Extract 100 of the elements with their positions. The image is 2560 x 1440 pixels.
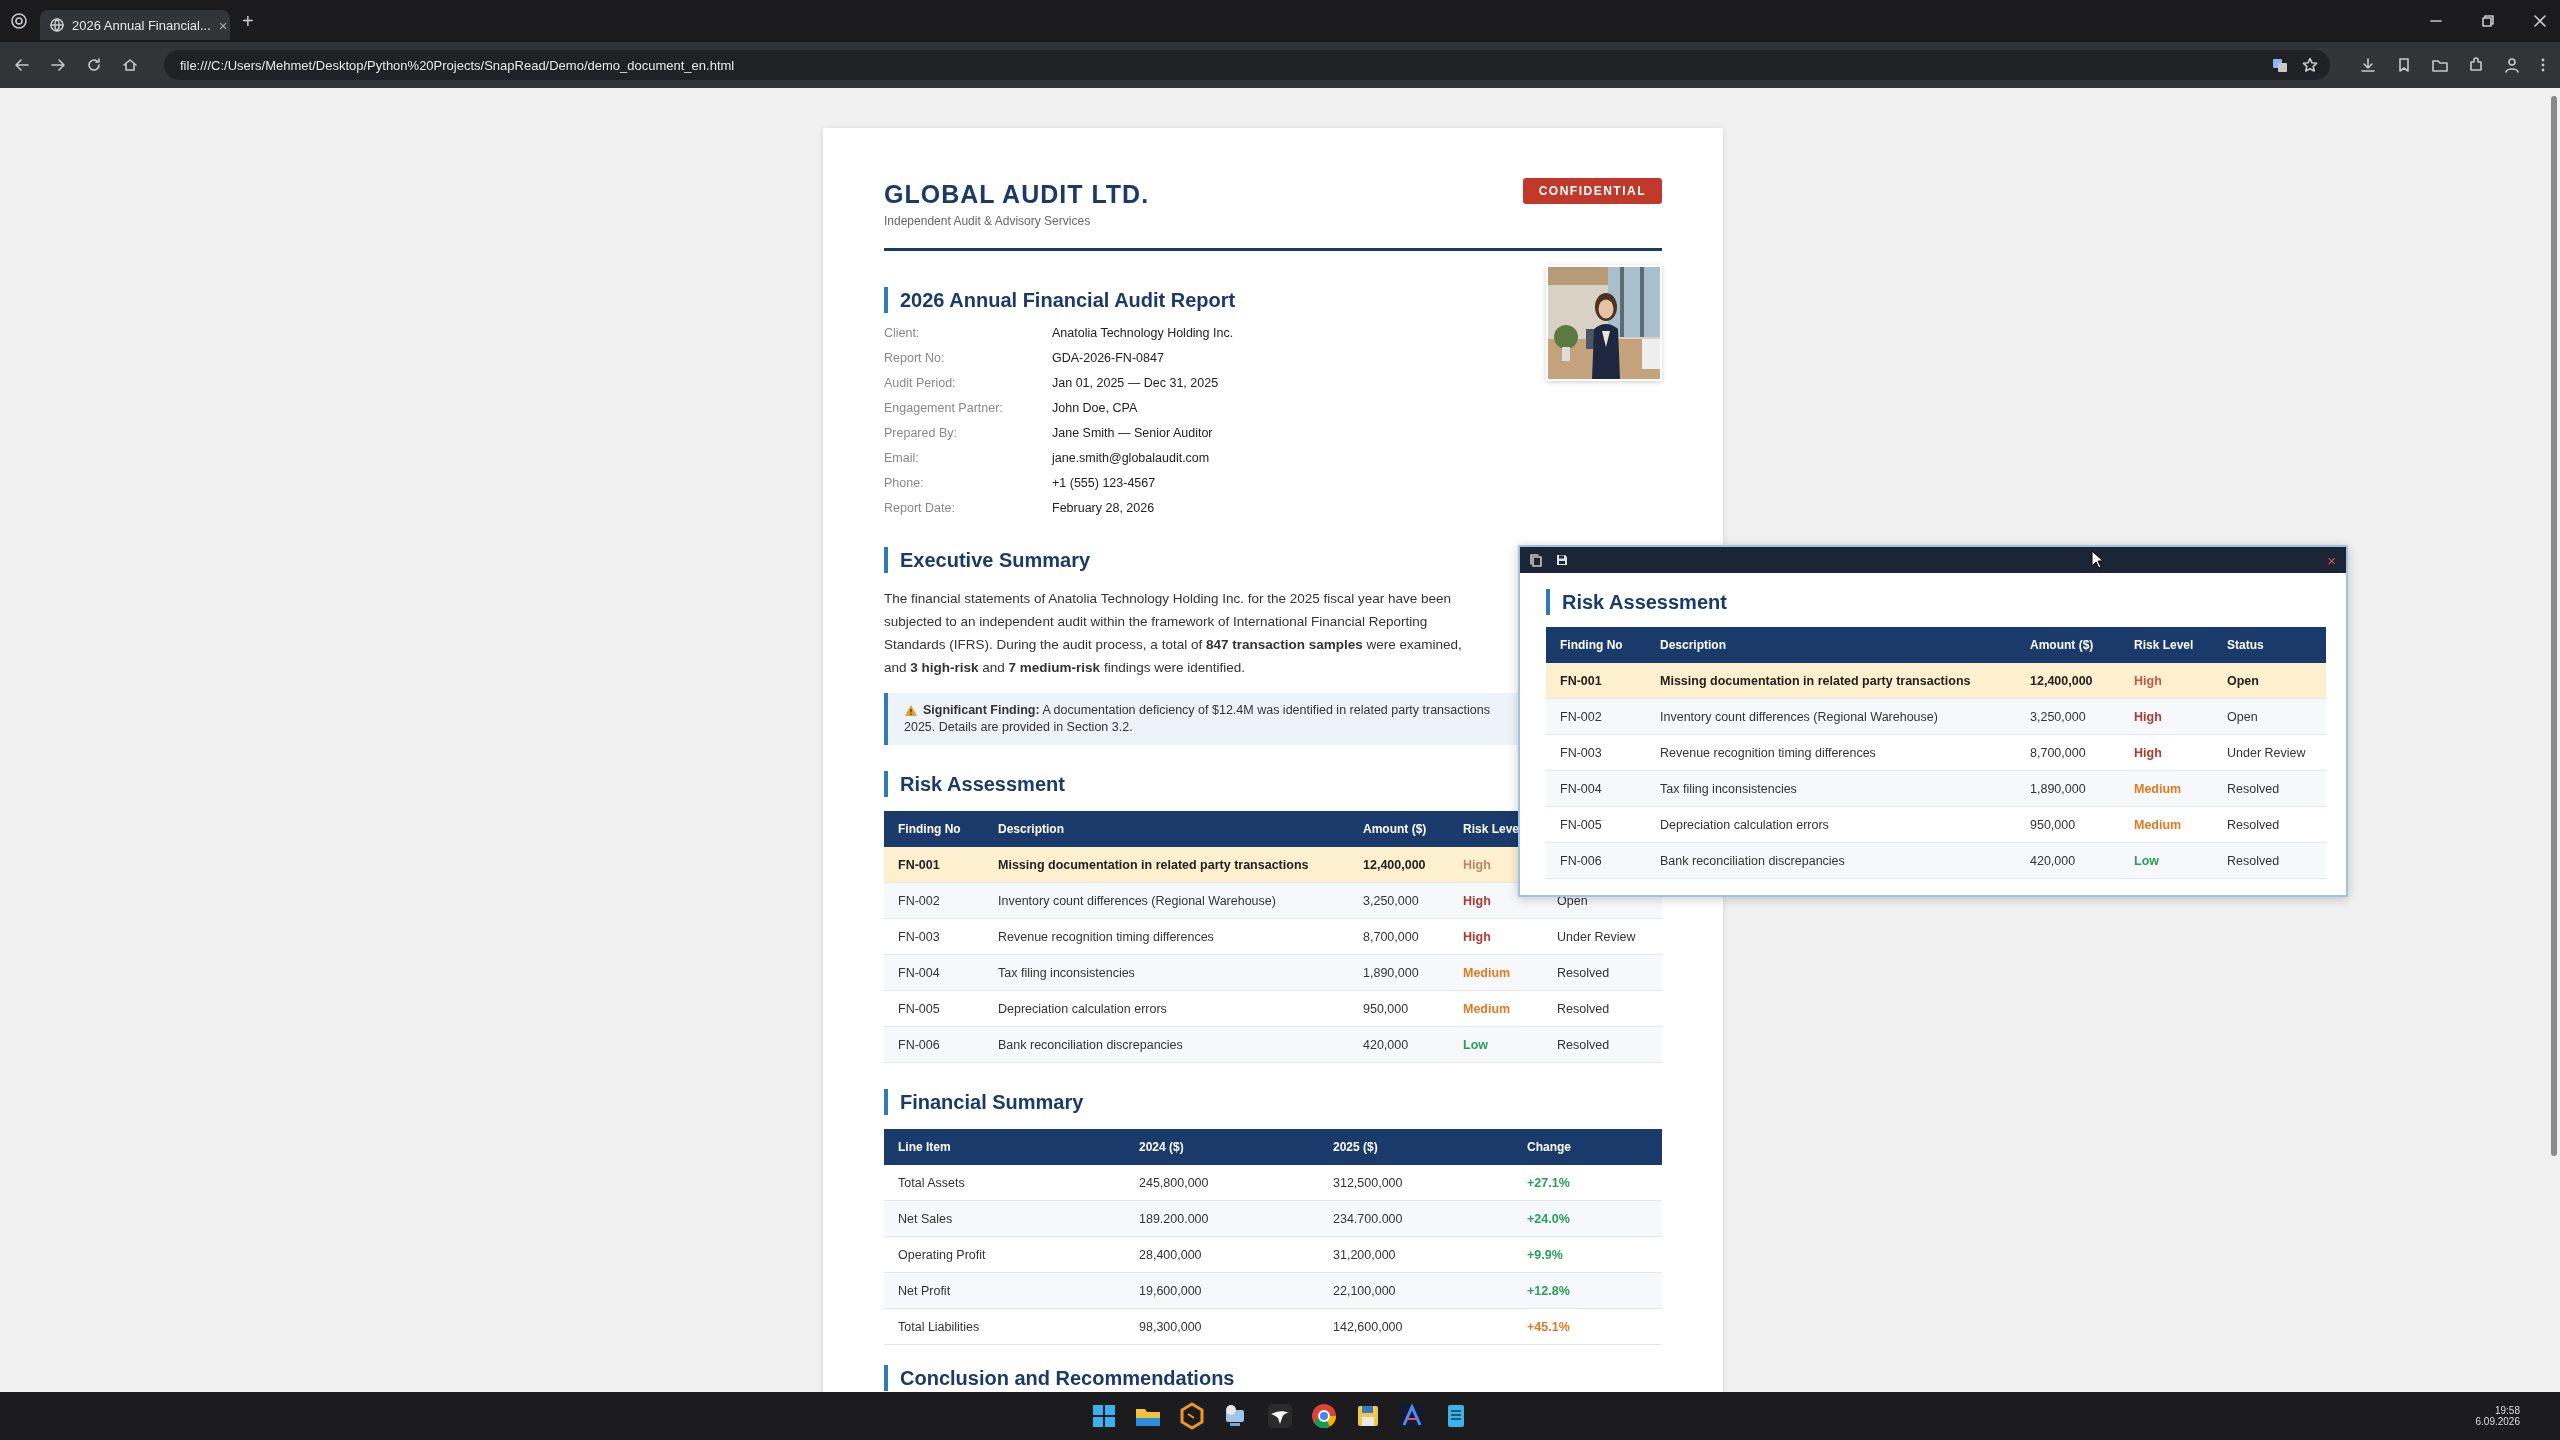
home-icon[interactable] (122, 57, 138, 73)
browser-tab[interactable]: 2026 Annual Financial... × (40, 10, 230, 40)
table-cell-text: Tax filing inconsistencies (1659, 781, 1798, 796)
table-cell-text: FN-005 (897, 1001, 941, 1016)
risk-level: Medium (1462, 1001, 1512, 1016)
close-tab-button[interactable]: × (218, 16, 228, 34)
column-header: Line Item (897, 1140, 952, 1154)
table-cell-text: Bank reconciliation discrepancies (1659, 853, 1846, 868)
address-bar[interactable]: file:///C:/Users/Mehmet/Desktop/Python%20Projects/SnapRead/Demo/demo_document_en.html (164, 50, 2330, 80)
table-row[interactable]: Net Profit 19,600,000 22,100,000 +12.8% (884, 1273, 1662, 1309)
table-cell-text: Net Sales (897, 1211, 954, 1226)
table-cell-text: Operating Profit (897, 1247, 987, 1262)
table-cell-text: Inventory count differences (Regional Warehouse) (997, 893, 1277, 908)
triangle-app-icon[interactable] (1398, 1402, 1426, 1430)
table-cell-text: FN-001 (1559, 673, 1603, 688)
table-row[interactable]: FN-002 Inventory count differences (Regional Warehouse) 3,250,000 High Open (1546, 699, 2326, 735)
table-cell-text: Total Liabilities (897, 1319, 981, 1334)
more-icon[interactable] (2540, 57, 2546, 73)
section-heading: Risk Assessment (1546, 589, 2326, 615)
field-label: Report Date: (884, 500, 956, 517)
table-row[interactable]: FN-004 Tax filing inconsistencies 1,890,000 Medium Resolved (1546, 771, 2326, 807)
table-cell-text: 8,700,000 (2029, 745, 2087, 760)
company-name: GLOBAL AUDIT LTD. (884, 179, 1150, 210)
table-row[interactable]: FN-004 Tax filing inconsistencies 1,890,000 Medium Resolved (884, 955, 1662, 991)
confidential-badge: CONFIDENTIAL (1522, 178, 1662, 204)
callout-text: Significant Finding: A documentation deficiency of $12.4M was identified in related party transactions (923, 702, 1490, 719)
table-cell-text: 234.700.000 (1332, 1211, 1404, 1226)
risk-level: High (2133, 709, 2163, 724)
field-label: Email: (884, 450, 920, 467)
risk-level: High (1462, 893, 1492, 908)
table-cell-text: FN-004 (897, 965, 941, 980)
table-cell-text: FN-001 (897, 857, 941, 872)
field-label: Report No: (884, 350, 946, 367)
risk-level: Low (2133, 853, 2160, 868)
change-value: +12.8% (1526, 1283, 1571, 1298)
start-icon[interactable] (1090, 1402, 1118, 1430)
table-cell-text: 22,100,000 (1332, 1283, 1397, 1298)
tab-title: 2026 Annual Financial... (72, 17, 211, 33)
table-cell-text: Open (2226, 709, 2259, 724)
extensions-icon[interactable] (2468, 57, 2484, 73)
profile-icon[interactable] (2504, 57, 2520, 73)
table-cell-text: 189.200.000 (1138, 1211, 1210, 1226)
new-tab-button[interactable]: + (242, 11, 254, 31)
table-cell-text: FN-005 (1559, 817, 1603, 832)
table-cell-text: 31,200,000 (1332, 1247, 1397, 1262)
table-row[interactable]: FN-002 Inventory count differences (Regional Warehouse) 3,250,000 High Open (884, 883, 1662, 919)
risk-level: High (1462, 857, 1492, 872)
column-header: Amount ($) (1362, 822, 1428, 836)
table-cell-text: 28,400,000 (1138, 1247, 1203, 1262)
folder-icon[interactable] (2432, 57, 2448, 73)
column-header: Description (1659, 638, 1727, 652)
copy-icon[interactable] (1530, 553, 1542, 567)
table-cell-text: FN-002 (1559, 709, 1603, 724)
company-tagline: Independent Audit & Advisory Services (884, 214, 1092, 228)
hexagon-icon[interactable] (1178, 1402, 1206, 1430)
browser-menu-icon[interactable] (10, 12, 28, 30)
column-header: Status (2226, 638, 2265, 652)
risk-level: Medium (2133, 817, 2183, 832)
table-row[interactable]: FN-001 Missing documentation in related party transactions 12,400,000 High Open (1546, 663, 2326, 699)
table-cell-text: FN-006 (897, 1037, 941, 1052)
table-cell-text: 8,700,000 (1362, 929, 1420, 944)
table-cell-text: Total Assets (897, 1175, 966, 1190)
table-cell-text: 12,400,000 (1362, 857, 1427, 872)
field-value: Jan 01, 2025 — Dec 31, 2025 (1052, 375, 1220, 392)
table-cell-text: Depreciation calculation errors (1659, 817, 1830, 832)
forward-icon[interactable] (50, 57, 66, 73)
field-value: Anatolia Technology Holding Inc. (1052, 325, 1235, 342)
table-cell-text: 420,000 (2029, 853, 2077, 868)
translate-icon[interactable] (2272, 57, 2288, 73)
field-value: February 28, 2026 (1052, 500, 1156, 517)
restore-icon[interactable] (2482, 15, 2494, 27)
close-icon[interactable] (2534, 15, 2546, 27)
risk-level: Medium (2133, 781, 2183, 796)
back-icon[interactable] (14, 57, 30, 73)
table-cell-text: FN-003 (1559, 745, 1603, 760)
table-cell-text: Resolved (1556, 1001, 1611, 1016)
table-cell-text: 1,890,000 (2029, 781, 2087, 796)
chrome-icon[interactable] (1310, 1402, 1338, 1430)
save-icon[interactable] (1556, 554, 1568, 566)
table-cell-text: FN-006 (1559, 853, 1603, 868)
field-label: Engagement Partner: (884, 400, 1004, 417)
close-button[interactable]: × (2327, 551, 2336, 569)
url-text: file:///C:/Users/Mehmet/Desktop/Python%20Projects/SnapRead/Demo/demo_document_en.html (180, 57, 736, 73)
column-header: Change (1526, 1140, 1572, 1154)
download-icon[interactable] (2360, 57, 2376, 73)
warning-icon (904, 704, 918, 717)
table-cell-text: Resolved (1556, 965, 1611, 980)
scrollbar-thumb[interactable] (2551, 96, 2557, 1156)
column-header: Risk Level (2133, 638, 2195, 652)
table-row[interactable]: FN-006 Bank reconciliation discrepancies 420,000 Low Resolved (884, 1027, 1662, 1063)
table-cell-text: 950,000 (1362, 1001, 1410, 1016)
table-row[interactable]: Total Liabilities 98,300,000 142,600,000 +45.1% (884, 1309, 1662, 1345)
table-row[interactable]: FN-006 Bank reconciliation discrepancies 420,000 Low Resolved (1546, 843, 2326, 879)
field-value: John Doe, CPA (1052, 400, 1139, 417)
table-cell-text: Missing documentation in related party transactions (997, 857, 1310, 872)
field-value: +1 (555) 123-4567 (1052, 475, 1157, 492)
table-row[interactable]: Net Sales 189.200.000 234.700.000 +24.0% (884, 1201, 1662, 1237)
reload-icon[interactable] (86, 57, 102, 73)
bookmark-icon[interactable] (2396, 57, 2412, 73)
star-icon[interactable] (2302, 57, 2318, 73)
